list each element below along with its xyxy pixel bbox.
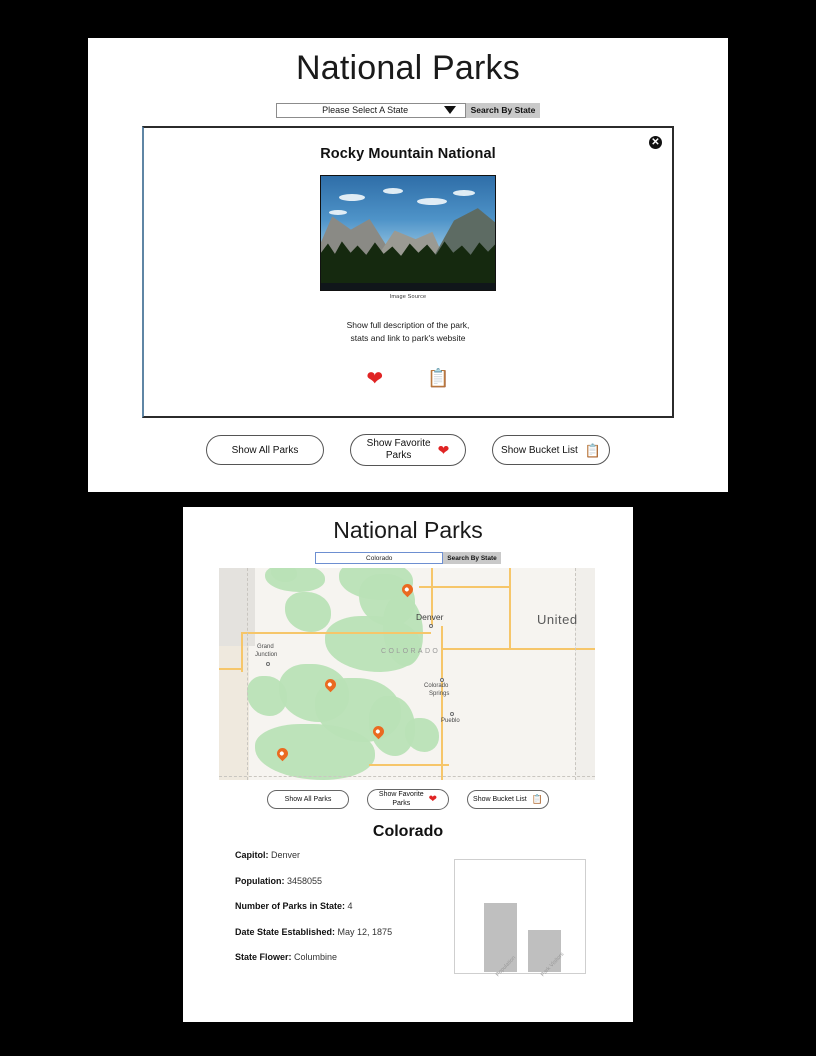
show-favorite-parks-label-2: Show Favorite Parks — [379, 791, 424, 808]
show-all-parks-label-2: Show All Parks — [284, 796, 332, 803]
map-road — [369, 764, 449, 766]
fact-established: Date State Established: May 12, 1875 — [235, 927, 455, 937]
state-map[interactable]: Denver Grand Junction Colorado Springs P… — [219, 568, 595, 780]
fact-population-label: Population: — [235, 875, 285, 886]
fact-parks-count: Number of Parks in State: 4 — [235, 901, 455, 911]
city-label-junction: Junction — [255, 652, 278, 658]
park-photo — [320, 175, 496, 291]
card-action-icons: ❤ 📋 — [144, 369, 672, 389]
park-description-line1: Show full description of the park, — [346, 320, 470, 330]
city-dot — [266, 662, 270, 666]
fact-population: Population: 3458055 — [235, 876, 455, 886]
map-state-boundary — [247, 568, 248, 780]
park-detail-panel: National Parks Please Select A State Sea… — [88, 38, 728, 492]
map-road — [241, 632, 431, 634]
park-photo-wrap — [144, 175, 672, 291]
fact-capitol-label: Capitol: — [235, 850, 269, 860]
heart-icon: ❤ — [428, 793, 438, 805]
state-facts-list: Capitol: Denver Population: 3458055 Numb… — [235, 850, 455, 978]
map-road — [441, 648, 595, 650]
clipboard-icon: 📋 — [531, 794, 543, 804]
country-map-label: United — [537, 612, 578, 627]
photo-cloud — [453, 190, 475, 196]
fact-capitol-value: Denver — [268, 850, 301, 860]
close-icon[interactable]: ✕ — [649, 136, 662, 149]
show-favorite-parks-button[interactable]: Show Favorite Parks ❤ — [350, 434, 466, 466]
map-region — [219, 568, 255, 646]
show-bucket-list-label-2: Show Bucket List — [473, 796, 527, 803]
heart-icon[interactable]: ❤ — [366, 369, 383, 389]
fact-established-label: Date State Established: — [235, 926, 336, 937]
photo-cloud — [383, 188, 403, 194]
favorite-label-line2: Parks — [385, 450, 412, 461]
state-search-input[interactable] — [315, 552, 444, 564]
fact-flower-label: State Flower: — [235, 952, 292, 962]
park-name: Rocky Mountain National — [320, 146, 496, 162]
page-title: National Parks — [296, 49, 520, 87]
fact-population-value: 3458055 — [284, 875, 323, 886]
show-bucket-list-button-2[interactable]: Show Bucket List 📋 — [467, 790, 549, 809]
city-label-colorado-springs-2: Springs — [429, 691, 450, 697]
state-results-panel: National Parks Search By State — [183, 507, 633, 1022]
map-state-boundary — [219, 776, 595, 777]
search-bar: Please Select A State Search By State — [88, 102, 728, 118]
show-all-parks-button-2[interactable]: Show All Parks — [267, 790, 349, 809]
favorite-label-line1: Show Favorite — [366, 438, 431, 449]
map-road — [241, 632, 243, 672]
fact-established-value: May 12, 1875 — [335, 926, 393, 937]
photo-cloud — [329, 210, 347, 215]
heart-icon: ❤ — [437, 442, 450, 458]
fact-parks-count-label: Number of Parks in State: — [235, 901, 346, 911]
city-label-colorado-springs-1: Colorado — [424, 683, 449, 689]
search-by-state-button[interactable]: Search By State — [465, 102, 541, 118]
state-map-label: COLORADO — [381, 648, 441, 655]
search-bar-2: Search By State — [183, 552, 633, 564]
clipboard-icon: 📋 — [584, 442, 601, 458]
fact-flower-value: Columbine — [291, 952, 338, 962]
city-label-pueblo: Pueblo — [441, 718, 460, 724]
map-region — [575, 568, 595, 780]
city-label-grand: Grand — [257, 644, 274, 650]
city-label-denver: Denver — [416, 612, 444, 622]
city-dot — [440, 678, 444, 682]
panel1-button-bar: Show All Parks Show Favorite Parks ❤ Sho… — [88, 434, 728, 466]
chevron-down-icon — [443, 106, 456, 115]
show-all-parks-button[interactable]: Show All Parks — [206, 435, 324, 465]
show-all-parks-label: Show All Parks — [231, 444, 299, 456]
fact-parks-count-value: 4 — [345, 901, 353, 911]
photo-cloud — [339, 194, 365, 201]
show-bucket-list-label: Show Bucket List — [501, 444, 578, 456]
favorite-label-2-line1: Show Favorite — [378, 791, 424, 799]
map-region — [219, 646, 249, 780]
city-dot — [450, 712, 454, 716]
map-road — [509, 568, 511, 648]
map-road — [419, 586, 511, 588]
page-title-2: National Parks — [333, 517, 483, 543]
state-bar-chart: Population Park Visitors — [454, 859, 586, 978]
fact-capitol: Capitol: Denver — [235, 850, 455, 860]
panel2-button-bar: Show All Parks Show Favorite Parks ❤ Sho… — [183, 789, 633, 810]
park-description: Show full description of the park, stats… — [144, 319, 672, 345]
state-select-value: Please Select A State — [322, 104, 409, 115]
screenshot-root: National Parks Please Select A State Sea… — [0, 0, 816, 1056]
fact-flower: State Flower: Columbine — [235, 952, 455, 962]
image-source-link[interactable]: Image Source — [144, 294, 672, 300]
photo-water — [321, 283, 495, 290]
park-description-line2: stats and link to park's website — [350, 333, 466, 344]
city-dot — [429, 624, 433, 628]
map-state-boundary — [575, 568, 576, 780]
show-bucket-list-button[interactable]: Show Bucket List 📋 — [492, 435, 610, 465]
park-card: ✕ Rocky Mountain National Image Source S… — [142, 126, 674, 418]
map-road — [219, 668, 243, 670]
clipboard-icon[interactable]: 📋 — [427, 369, 449, 389]
show-favorite-parks-button-2[interactable]: Show Favorite Parks ❤ — [367, 789, 449, 810]
search-by-state-button-2[interactable]: Search By State — [443, 552, 501, 564]
state-heading: Colorado — [372, 823, 444, 840]
photo-cloud — [417, 198, 447, 205]
show-favorite-parks-label: Show Favorite Parks — [367, 438, 431, 462]
state-select[interactable]: Please Select A State — [275, 102, 466, 118]
favorite-label-2-line2: Parks — [392, 799, 411, 807]
